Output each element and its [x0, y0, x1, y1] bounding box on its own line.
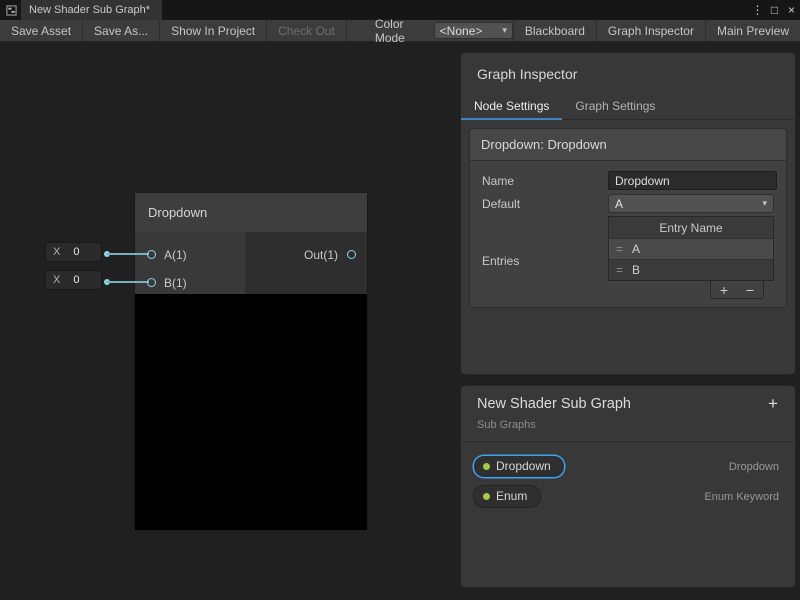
add-entry-button[interactable]: + [711, 281, 737, 298]
entries-footer-buttons: + − [710, 281, 764, 299]
color-mode-value: <None> [440, 24, 483, 38]
inspector-tabs: Node Settings Graph Settings [461, 94, 795, 120]
node-title[interactable]: Dropdown [135, 193, 367, 232]
chevron-down-icon: ▾ [762, 198, 767, 209]
blackboard-items: Dropdown Dropdown Enum Enum Keyword [461, 442, 795, 512]
property-pill-enum[interactable]: Enum [473, 485, 541, 508]
property-type-label: Dropdown [729, 461, 779, 473]
output-port-label: Out(1) [280, 248, 338, 262]
property-pill-dropdown[interactable]: Dropdown [473, 455, 565, 478]
graph-inspector-toggle-button[interactable]: Graph Inspector [596, 20, 705, 41]
inspector-title: Graph Inspector [461, 53, 795, 94]
check-out-button: Check Out [267, 20, 347, 41]
property-type-label: Enum Keyword [704, 491, 779, 503]
blackboard-item: Dropdown Dropdown [461, 452, 795, 482]
axis-x-value[interactable]: 0 [73, 274, 79, 286]
blackboard-item: Enum Enum Keyword [461, 482, 795, 512]
blackboard-subtitle: Sub Graphs [477, 419, 779, 431]
drag-handle-icon[interactable]: = [616, 263, 623, 277]
default-label: Default [482, 197, 608, 211]
input-port-b-label: B(1) [164, 276, 187, 290]
chevron-down-icon: ▾ [502, 25, 507, 36]
save-asset-button[interactable]: Save Asset [0, 20, 83, 41]
entries-list: Entry Name = A = B [608, 216, 774, 281]
axis-x-value[interactable]: 0 [73, 246, 79, 258]
property-pill-label: Dropdown [496, 459, 551, 473]
show-in-project-button[interactable]: Show In Project [160, 20, 267, 41]
tab-graph-settings[interactable]: Graph Settings [562, 94, 668, 119]
default-dropdown[interactable]: A ▾ [608, 194, 774, 213]
entry-row-a[interactable]: = A [609, 238, 773, 259]
remove-entry-button[interactable]: − [737, 281, 763, 298]
output-port[interactable] [347, 250, 356, 259]
app-icon [6, 5, 17, 16]
window-title: New Shader Sub Graph* [29, 4, 150, 16]
tab-node-settings[interactable]: Node Settings [461, 94, 562, 119]
name-property-row: Name [470, 169, 786, 192]
color-mode-label: Color Mode [375, 20, 434, 41]
default-dropdown-value: A [615, 197, 623, 211]
entries-label: Entries [482, 216, 608, 281]
node-preview [135, 294, 367, 530]
edge-line [107, 281, 149, 283]
axis-x-label: X [53, 274, 60, 286]
entries-list-footer: + − [470, 281, 786, 299]
close-icon[interactable]: × [783, 0, 800, 20]
section-title: Dropdown: Dropdown [470, 129, 786, 161]
blackboard-toggle-button[interactable]: Blackboard [513, 20, 596, 41]
node-settings-section: Dropdown: Dropdown Name Default A ▾ Entr… [469, 128, 787, 308]
main-preview-toggle-button[interactable]: Main Preview [705, 20, 800, 41]
property-dot-icon [483, 493, 490, 500]
edge-line [107, 253, 149, 255]
entry-name: A [632, 242, 640, 256]
input-port-b[interactable] [147, 278, 156, 287]
window-controls: ⋮ □ × [749, 0, 800, 20]
add-property-button[interactable]: + [763, 394, 783, 414]
entries-property-row: Entries Entry Name = A = B [470, 215, 786, 281]
axis-x-label: X [53, 246, 60, 258]
property-dot-icon [483, 463, 490, 470]
color-mode-dropdown[interactable]: <None> ▾ [434, 22, 513, 39]
document-tab[interactable]: New Shader Sub Graph* [21, 0, 162, 20]
name-label: Name [482, 174, 608, 188]
blackboard-panel: New Shader Sub Graph Sub Graphs + Dropdo… [460, 385, 796, 588]
port-default-field-a[interactable]: X 0 [45, 242, 102, 262]
port-default-field-b[interactable]: X 0 [45, 270, 102, 290]
kebab-menu-icon[interactable]: ⋮ [749, 0, 766, 20]
blackboard-header: New Shader Sub Graph Sub Graphs + [461, 386, 795, 442]
entry-name: B [632, 263, 640, 277]
entry-row-b[interactable]: = B [609, 259, 773, 280]
dropdown-node[interactable]: Dropdown [135, 193, 367, 530]
toolbar-right-group: Blackboard Graph Inspector Main Preview [513, 20, 800, 41]
drag-handle-icon[interactable]: = [616, 242, 623, 256]
input-port-a-label: A(1) [164, 248, 187, 262]
input-port-a[interactable] [147, 250, 156, 259]
maximize-icon[interactable]: □ [766, 0, 783, 20]
property-pill-label: Enum [496, 489, 527, 503]
blackboard-title: New Shader Sub Graph [477, 396, 779, 412]
shader-graph-window: New Shader Sub Graph* ⋮ □ × Save Asset S… [0, 0, 800, 600]
entries-list-header: Entry Name [609, 217, 773, 238]
save-as-button[interactable]: Save As... [83, 20, 160, 41]
default-property-row: Default A ▾ [470, 192, 786, 215]
name-input[interactable] [608, 171, 777, 190]
toolbar: Save Asset Save As... Show In Project Ch… [0, 20, 800, 42]
graph-inspector-panel: Graph Inspector Node Settings Graph Sett… [460, 52, 796, 375]
